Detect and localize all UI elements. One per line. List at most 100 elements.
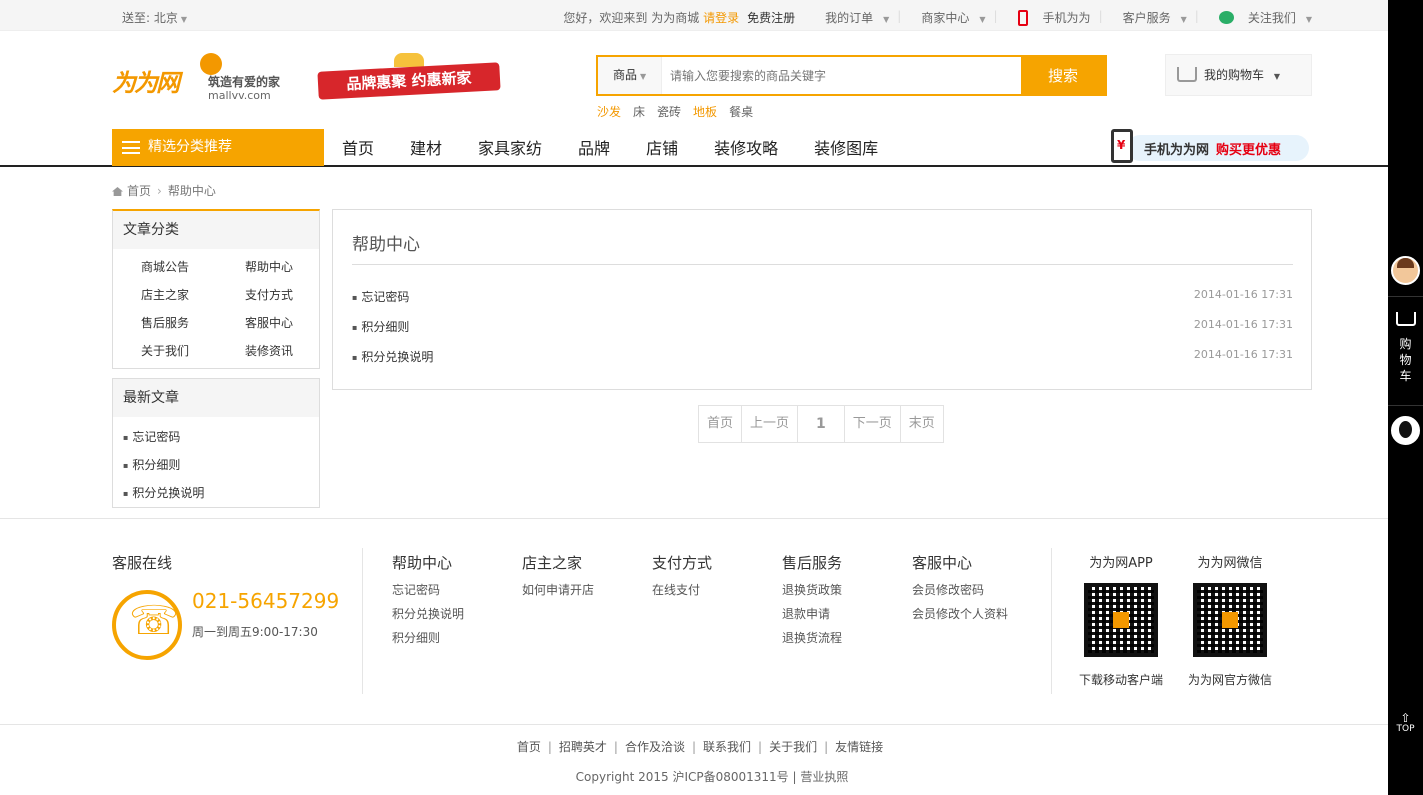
back-to-top-button[interactable]: ⇧ TOP	[1388, 712, 1423, 734]
login-link[interactable]: 请登录	[703, 11, 739, 25]
article-title-link[interactable]: 积分细则	[352, 318, 409, 335]
breadcrumb: 首页 › 帮助中心	[112, 182, 216, 199]
sidebar-category-link[interactable]: 商城公告	[113, 257, 217, 285]
footer-link[interactable]: 会员修改个人资料	[912, 605, 1008, 629]
pager-next[interactable]: 下一页	[845, 406, 901, 442]
footer-link[interactable]: 忘记密码	[392, 581, 464, 605]
divider: |	[824, 740, 829, 754]
divider: |	[547, 740, 552, 754]
footer-column-title: 客服中心	[912, 554, 973, 572]
latest-article-link[interactable]: 积分兑换说明	[123, 483, 319, 511]
article-date: 2014-01-16 17:31	[1193, 318, 1293, 331]
footer-bottom-link[interactable]: 联系我们	[703, 740, 751, 754]
customer-service-menu[interactable]: 客户服务 ▼	[1113, 9, 1187, 26]
latest-article-link[interactable]: 积分细则	[123, 455, 319, 483]
promo-banner[interactable]: 品牌惠聚 约惠新家	[314, 53, 504, 109]
mobile-promo[interactable]: 手机为为网 购买更优惠	[1107, 129, 1309, 165]
divider: |	[993, 9, 998, 23]
hot-search-word[interactable]: 瓷砖	[657, 103, 681, 120]
footer-bottom-link[interactable]: 合作及洽谈	[625, 740, 685, 754]
sidebar-category-link[interactable]: 店主之家	[113, 285, 217, 313]
breadcrumb-home[interactable]: 首页	[127, 184, 151, 198]
sidebar-category-link[interactable]: 关于我们	[113, 341, 217, 369]
nav-link[interactable]: 家具家纺	[466, 129, 554, 169]
search-input[interactable]	[662, 57, 1021, 94]
my-orders-menu[interactable]: 我的订单 ▼	[815, 9, 889, 26]
hot-search-word[interactable]: 餐桌	[729, 103, 753, 120]
article-title-link[interactable]: 忘记密码	[352, 288, 409, 305]
footer-link[interactable]: 退换货流程	[782, 629, 842, 653]
nav-link[interactable]: 首页	[330, 129, 386, 169]
register-link[interactable]: 免费注册	[747, 9, 795, 26]
category-menu-label: 精选分类推荐	[148, 139, 232, 155]
footer-link[interactable]: 在线支付	[652, 581, 712, 605]
search-bar: 商品▼ 搜索	[596, 55, 1107, 96]
divider: |	[1194, 9, 1199, 23]
footer-column: 客服中心会员修改密码 会员修改个人资料	[912, 552, 1008, 629]
article-title-link[interactable]: 积分兑换说明	[352, 348, 433, 365]
hot-search-word[interactable]: 地板	[693, 103, 717, 120]
search-category-select[interactable]: 商品 ▼	[598, 57, 662, 94]
nav-link[interactable]: 店铺	[634, 129, 690, 169]
footer-column-title: 支付方式	[652, 554, 713, 572]
nav-link[interactable]: 装修图库	[802, 129, 890, 169]
copyright: Copyright 2015 沪ICP备08001311号 | 营业执照	[575, 770, 849, 784]
footer-link[interactable]: 积分细则	[392, 629, 464, 653]
sidebar-category-link[interactable]: 装修资讯	[217, 341, 321, 369]
sidebar-category-link[interactable]: 售后服务	[113, 313, 217, 341]
footer-column-title: 店主之家	[522, 554, 583, 572]
footer-link[interactable]: 会员修改密码	[912, 581, 1008, 605]
site-logo[interactable]: 为为网 筑造有爱的家 mallvv.com	[112, 53, 292, 113]
latest-article-link[interactable]: 忘记密码	[123, 427, 319, 455]
nav-link[interactable]: 装修攻略	[702, 129, 790, 169]
app-qr-caption: 下载移动客户端	[1078, 673, 1163, 687]
pager-last[interactable]: 末页	[901, 406, 943, 442]
hot-search-word[interactable]: 沙发	[597, 103, 621, 120]
back-to-top-label: TOP	[1396, 724, 1415, 734]
article-date: 2014-01-16 17:31	[1193, 348, 1293, 361]
delivery-location[interactable]: 送至: 北京 ▼	[122, 9, 187, 26]
pager-first[interactable]: 首页	[699, 406, 743, 442]
footer-link[interactable]: 退换货政策	[782, 581, 842, 605]
footer-link[interactable]: 退款申请	[782, 605, 842, 629]
side-cart-button[interactable]: 购 物 车	[1388, 312, 1423, 384]
follow-us-menu[interactable]: 关注我们 ▼	[1209, 9, 1312, 26]
hot-search-word[interactable]: 床	[633, 103, 645, 120]
mobile-link[interactable]: 手机为为	[1008, 9, 1091, 26]
footer-column: 帮助中心 忘记密码 积分兑换说明 积分细则	[392, 552, 464, 653]
divider	[1051, 548, 1052, 694]
divider: |	[613, 740, 618, 754]
divider: |	[691, 740, 697, 754]
main-nav: 精选分类推荐 首页建材家具家纺品牌店铺装修攻略装修图库 手机为为网 购买更优惠	[0, 129, 1423, 167]
latest-articles-list: 忘记密码积分细则积分兑换说明	[113, 417, 319, 511]
sidebar-category-link[interactable]: 帮助中心	[217, 257, 321, 285]
pager-prev[interactable]: 上一页	[742, 406, 799, 442]
search-button[interactable]: 搜索	[1021, 57, 1105, 94]
user-avatar-icon[interactable]	[1391, 256, 1420, 285]
delivery-label: 送至: 北京	[122, 11, 178, 25]
footer-links: 首页 | 招聘英才 | 合作及洽谈 | 联系我们 | 关于我们 | 友情链接	[0, 738, 1400, 755]
footer-bottom-link[interactable]: 友情链接	[835, 740, 883, 754]
divider	[1388, 296, 1423, 297]
divider	[362, 548, 363, 694]
nav-link[interactable]: 品牌	[566, 129, 622, 169]
merchant-center-menu[interactable]: 商家中心 ▼	[911, 9, 985, 26]
footer-link[interactable]: 积分兑换说明	[392, 605, 464, 629]
article-date: 2014-01-16 17:31	[1193, 288, 1293, 301]
caret-down-icon: ▼	[1273, 72, 1280, 81]
article-categories-list: 商城公告 帮助中心 店主之家 支付方式 售后服务 客服中心 关于我们 装修资讯	[113, 249, 319, 369]
footer-bottom-link[interactable]: 首页	[517, 740, 541, 754]
article-categories-title: 文章分类	[113, 211, 319, 249]
banner-gold-decoration	[394, 53, 424, 67]
my-cart-button[interactable]: 我的购物车 ▼	[1165, 54, 1312, 96]
category-menu-button[interactable]: 精选分类推荐	[112, 129, 324, 166]
nav-link[interactable]: 建材	[398, 129, 454, 169]
footer-bottom-link[interactable]: 关于我们	[769, 740, 817, 754]
wechat-qr-caption: 为为网官方微信	[1187, 673, 1272, 687]
qq-icon[interactable]	[1391, 416, 1420, 445]
top-bar: 送至: 北京 ▼ 您好，欢迎来到 为为商城 请登录 免费注册 我的订单 ▼ | 商家…	[0, 0, 1423, 31]
sidebar-category-link[interactable]: 客服中心	[217, 313, 321, 341]
footer-link[interactable]: 如何申请开店	[522, 581, 594, 605]
sidebar-category-link[interactable]: 支付方式	[217, 285, 321, 313]
footer-bottom-link[interactable]: 招聘英才	[559, 740, 607, 754]
